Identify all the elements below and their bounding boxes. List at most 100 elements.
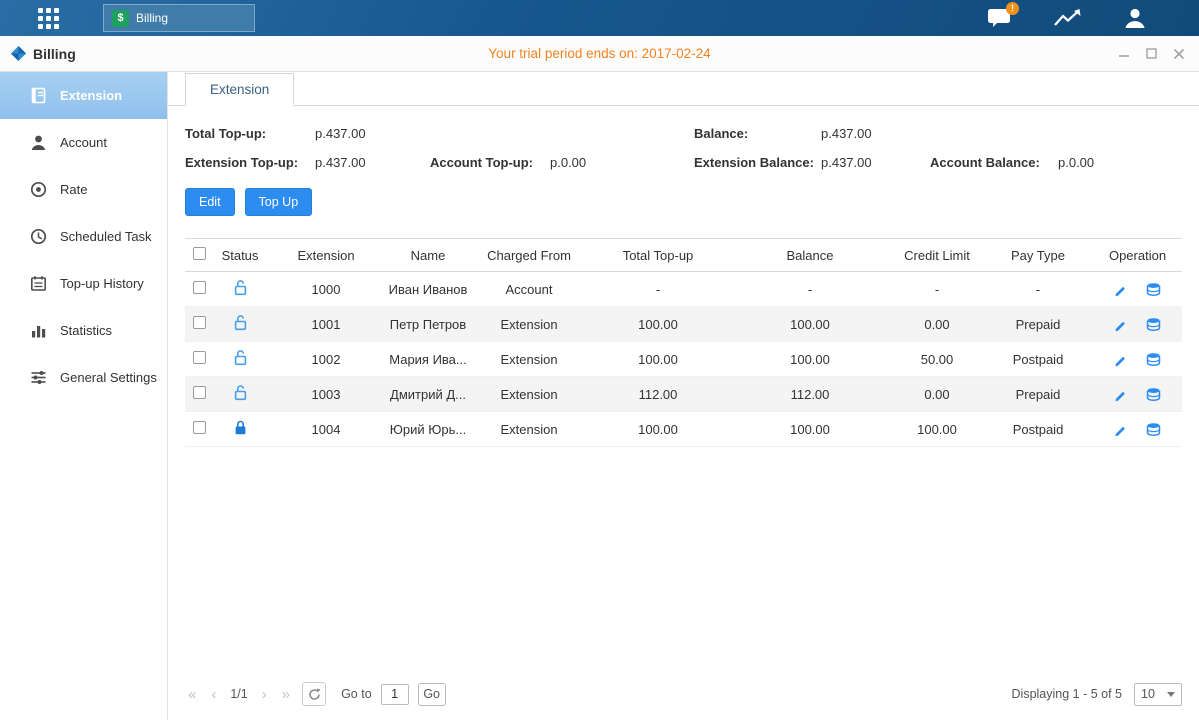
edit-pencil-icon[interactable] bbox=[1113, 353, 1127, 367]
close-icon[interactable] bbox=[1173, 48, 1185, 60]
table-header-row: Status Extension Name Charged From Total… bbox=[185, 239, 1182, 272]
col-status: Status bbox=[213, 239, 267, 272]
status-lock-icon[interactable] bbox=[233, 280, 248, 296]
account-balance-value: p.0.00 bbox=[1058, 155, 1182, 170]
cell-extension: 1004 bbox=[267, 412, 385, 447]
cell-charged-from: Extension bbox=[471, 412, 587, 447]
table-row[interactable]: 1003 Дмитрий Д... Extension 112.00 112.0… bbox=[185, 377, 1182, 412]
extension-balance-value: p.437.00 bbox=[821, 155, 930, 170]
sidebar-item-rate[interactable]: Rate bbox=[0, 166, 167, 213]
displaying-info: Displaying 1 - 5 of 5 bbox=[1012, 687, 1122, 701]
sidebar-item-label: Statistics bbox=[60, 323, 112, 338]
sidebar-item-label: General Settings bbox=[60, 370, 157, 385]
table-row[interactable]: 1002 Мария Ива... Extension 100.00 100.0… bbox=[185, 342, 1182, 377]
account-balance-label: Account Balance: bbox=[930, 155, 1058, 170]
app-grid-icon[interactable] bbox=[38, 8, 59, 29]
table-row[interactable]: 1000 Иван Иванов Account - - - - bbox=[185, 272, 1182, 307]
col-balance: Balance bbox=[729, 239, 891, 272]
edit-pencil-icon[interactable] bbox=[1113, 388, 1127, 402]
sidebar-item-topup-history[interactable]: Top-up History bbox=[0, 260, 167, 307]
top-up-coins-icon[interactable] bbox=[1145, 352, 1162, 367]
table-row[interactable]: 1001 Петр Петров Extension 100.00 100.00… bbox=[185, 307, 1182, 342]
pagination-bar: « ‹ 1/1 › » Go to Go Displaying 1 - 5 of… bbox=[168, 682, 1199, 720]
last-page-button[interactable]: » bbox=[279, 686, 293, 703]
person-icon bbox=[30, 134, 47, 151]
sidebar-item-account[interactable]: Account bbox=[0, 119, 167, 166]
page-indicator: 1/1 bbox=[228, 687, 249, 701]
top-up-button[interactable]: Top Up bbox=[245, 188, 313, 216]
account-topup-value: p.0.00 bbox=[550, 155, 694, 170]
sidebar-item-scheduled-task[interactable]: Scheduled Task bbox=[0, 213, 167, 260]
dollar-icon: $ bbox=[112, 10, 129, 27]
billing-app-tab-label: Billing bbox=[136, 11, 168, 25]
top-up-coins-icon[interactable] bbox=[1145, 422, 1162, 437]
row-checkbox[interactable] bbox=[193, 386, 206, 399]
col-total-topup: Total Top-up bbox=[587, 239, 729, 272]
status-lock-icon[interactable] bbox=[233, 350, 248, 366]
sidebar-item-general-settings[interactable]: General Settings bbox=[0, 354, 167, 401]
cell-credit-limit: 0.00 bbox=[891, 307, 983, 342]
select-all-checkbox[interactable] bbox=[193, 247, 206, 260]
total-topup-label: Total Top-up: bbox=[185, 126, 315, 141]
cell-balance: 100.00 bbox=[729, 307, 891, 342]
maximize-icon[interactable] bbox=[1146, 48, 1157, 59]
table-row[interactable]: 1004 Юрий Юрь... Extension 100.00 100.00… bbox=[185, 412, 1182, 447]
cell-extension: 1002 bbox=[267, 342, 385, 377]
sidebar-item-label: Account bbox=[60, 135, 107, 150]
cell-charged-from: Extension bbox=[471, 377, 587, 412]
edit-pencil-icon[interactable] bbox=[1113, 283, 1127, 297]
row-checkbox[interactable] bbox=[193, 421, 206, 434]
go-button[interactable]: Go bbox=[418, 683, 446, 706]
top-up-coins-icon[interactable] bbox=[1145, 317, 1162, 332]
edit-pencil-icon[interactable] bbox=[1113, 318, 1127, 332]
sidebar-item-statistics[interactable]: Statistics bbox=[0, 307, 167, 354]
top-up-coins-icon[interactable] bbox=[1145, 282, 1162, 297]
row-checkbox[interactable] bbox=[193, 351, 206, 364]
tab-extension[interactable]: Extension bbox=[185, 73, 294, 106]
cell-charged-from: Extension bbox=[471, 307, 587, 342]
cell-pay-type: Postpaid bbox=[983, 342, 1093, 377]
rate-coin-icon bbox=[30, 181, 47, 198]
cell-balance: - bbox=[729, 272, 891, 307]
bar-chart-icon bbox=[30, 322, 47, 339]
balance-value: p.437.00 bbox=[821, 126, 930, 141]
goto-label: Go to bbox=[341, 687, 372, 701]
page-size-select[interactable]: 10 bbox=[1134, 683, 1182, 706]
cell-name: Иван Иванов bbox=[385, 272, 471, 307]
next-page-button[interactable]: › bbox=[259, 686, 270, 703]
sidebar-item-extension[interactable]: Extension bbox=[0, 72, 167, 119]
topbar: $ Billing ! bbox=[0, 0, 1199, 36]
status-lock-icon[interactable] bbox=[233, 315, 248, 331]
cell-total-topup: 100.00 bbox=[587, 307, 729, 342]
row-checkbox[interactable] bbox=[193, 316, 206, 329]
billing-app-tab[interactable]: $ Billing bbox=[103, 4, 255, 32]
minimize-icon[interactable] bbox=[1118, 48, 1130, 60]
cell-extension: 1003 bbox=[267, 377, 385, 412]
col-pay-type: Pay Type bbox=[983, 239, 1093, 272]
sliders-icon bbox=[30, 369, 47, 386]
notification-badge: ! bbox=[1006, 2, 1019, 15]
prev-page-button[interactable]: ‹ bbox=[208, 686, 219, 703]
edit-button[interactable]: Edit bbox=[185, 188, 235, 216]
notifications-icon[interactable]: ! bbox=[987, 8, 1012, 29]
cell-credit-limit: 50.00 bbox=[891, 342, 983, 377]
top-up-coins-icon[interactable] bbox=[1145, 387, 1162, 402]
extension-topup-value: p.437.00 bbox=[315, 155, 430, 170]
sidebar-item-label: Rate bbox=[60, 182, 87, 197]
status-lock-icon[interactable] bbox=[233, 420, 248, 436]
edit-pencil-icon[interactable] bbox=[1113, 423, 1127, 437]
row-checkbox[interactable] bbox=[193, 281, 206, 294]
sidebar: Extension Account Rate Scheduled Task To… bbox=[0, 72, 168, 720]
first-page-button[interactable]: « bbox=[185, 686, 199, 703]
cell-name: Мария Ива... bbox=[385, 342, 471, 377]
refresh-button[interactable] bbox=[302, 682, 326, 706]
action-buttons: Edit Top Up bbox=[185, 188, 1182, 216]
monitor-chart-icon[interactable] bbox=[1054, 8, 1081, 28]
status-lock-icon[interactable] bbox=[233, 385, 248, 401]
titlebar: Billing Your trial period ends on: 2017-… bbox=[0, 36, 1199, 72]
goto-page-input[interactable] bbox=[381, 684, 409, 705]
user-account-icon[interactable] bbox=[1123, 7, 1147, 29]
trial-notice: Your trial period ends on: 2017-02-24 bbox=[0, 46, 1199, 61]
extension-ledger-icon bbox=[30, 87, 47, 104]
billing-logo-icon bbox=[10, 45, 27, 62]
